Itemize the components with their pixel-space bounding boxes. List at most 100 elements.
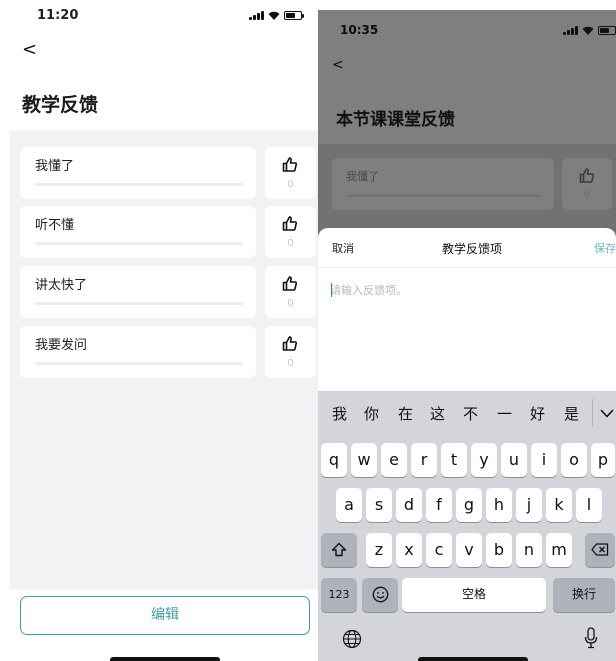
delete-key[interactable] bbox=[585, 533, 615, 567]
key-k[interactable]: k bbox=[546, 488, 572, 522]
keyboard: 我 你 在 这 不 一 好 是 q w e r t y u i o p a s … bbox=[318, 391, 616, 661]
key-t[interactable]: t bbox=[441, 443, 467, 477]
candidate-word[interactable]: 好 bbox=[530, 403, 545, 424]
chevron-down-icon[interactable] bbox=[600, 409, 614, 418]
signal-icon bbox=[563, 26, 578, 35]
key-g[interactable]: g bbox=[456, 488, 482, 522]
numbers-key[interactable]: 123 bbox=[321, 578, 357, 612]
key-a[interactable]: a bbox=[336, 488, 362, 522]
key-x[interactable]: x bbox=[396, 533, 422, 567]
feedback-card: 我懂了 bbox=[332, 158, 554, 210]
feedback-item: 听不懂 0 bbox=[20, 206, 316, 258]
thumbs-up-icon bbox=[282, 216, 298, 231]
key-r[interactable]: r bbox=[411, 443, 437, 477]
shift-key[interactable] bbox=[321, 533, 357, 567]
feedback-input[interactable] bbox=[330, 282, 610, 392]
feedback-label: 我懂了 bbox=[35, 159, 75, 174]
candidate-word[interactable]: 在 bbox=[398, 403, 413, 424]
page-title: 教学反馈 bbox=[22, 94, 99, 116]
key-o[interactable]: o bbox=[561, 443, 587, 477]
like-button[interactable]: 0 bbox=[265, 326, 316, 378]
key-p[interactable]: p bbox=[591, 443, 615, 477]
status-icons bbox=[563, 26, 616, 35]
thumbs-up-icon bbox=[282, 276, 298, 291]
status-bar: 10:35 bbox=[318, 10, 616, 46]
key-y[interactable]: y bbox=[471, 443, 497, 477]
key-n[interactable]: n bbox=[516, 533, 542, 567]
wifi-icon bbox=[582, 26, 594, 35]
feedback-item: 我要发问 0 bbox=[20, 326, 316, 378]
sheet-header: 教学反馈项 取消 保存 bbox=[318, 228, 616, 268]
key-v[interactable]: v bbox=[456, 533, 482, 567]
key-w[interactable]: w bbox=[351, 443, 377, 477]
key-z[interactable]: z bbox=[366, 533, 392, 567]
progress-bar bbox=[35, 242, 243, 245]
home-indicator bbox=[110, 657, 220, 661]
battery-icon bbox=[284, 11, 304, 20]
candidate-divider bbox=[592, 399, 593, 427]
feedback-item-sheet: 教学反馈项 取消 保存 我 你 在 这 不 一 好 是 q w e r bbox=[318, 228, 616, 661]
feedback-list: 我懂了 0 听不懂 0 讲太快了 0 我要发问 0 bbox=[10, 131, 318, 589]
candidate-word[interactable]: 是 bbox=[564, 403, 579, 424]
key-q[interactable]: q bbox=[321, 443, 347, 477]
home-indicator bbox=[418, 657, 528, 661]
return-key[interactable]: 换行 bbox=[553, 578, 615, 612]
key-m[interactable]: m bbox=[546, 533, 572, 567]
candidate-bar: 我 你 在 这 不 一 好 是 bbox=[318, 391, 616, 435]
progress-bar bbox=[35, 302, 243, 305]
save-button[interactable]: 保存 bbox=[594, 240, 616, 256]
add-feedback-screen: 10:35 < 本节课课堂反馈 我懂了 0 教学反馈项 取消 保存 请输入反馈项… bbox=[318, 10, 616, 661]
thumbs-up-icon bbox=[579, 168, 595, 183]
feedback-card[interactable]: 我要发问 bbox=[20, 326, 256, 378]
feedback-card[interactable]: 我懂了 bbox=[20, 147, 256, 199]
key-f[interactable]: f bbox=[426, 488, 452, 522]
back-button[interactable]: < bbox=[22, 40, 37, 60]
feedback-card[interactable]: 讲太快了 bbox=[20, 266, 256, 318]
key-e[interactable]: e bbox=[381, 443, 407, 477]
candidate-word[interactable]: 一 bbox=[497, 403, 512, 424]
key-l[interactable]: l bbox=[576, 488, 602, 522]
like-button[interactable]: 0 bbox=[265, 147, 316, 199]
feedback-item: 我懂了 0 bbox=[20, 147, 316, 199]
edit-button[interactable]: 编辑 bbox=[20, 596, 310, 635]
wifi-icon bbox=[268, 11, 280, 20]
thumbs-up-icon bbox=[282, 336, 298, 351]
key-s[interactable]: s bbox=[366, 488, 392, 522]
progress-bar bbox=[35, 362, 243, 365]
key-c[interactable]: c bbox=[426, 533, 452, 567]
key-b[interactable]: b bbox=[486, 533, 512, 567]
key-j[interactable]: j bbox=[516, 488, 542, 522]
key-u[interactable]: u bbox=[501, 443, 527, 477]
space-key[interactable]: 空格 bbox=[402, 578, 546, 612]
like-count: 0 bbox=[287, 179, 294, 190]
like-count: 0 bbox=[287, 238, 294, 249]
like-count: 0 bbox=[287, 298, 294, 309]
candidate-word[interactable]: 你 bbox=[364, 403, 379, 424]
status-icons bbox=[249, 11, 304, 20]
thumbs-up-icon bbox=[282, 157, 298, 172]
candidate-word[interactable]: 这 bbox=[430, 403, 445, 424]
status-time: 10:35 bbox=[340, 23, 379, 37]
like-button[interactable]: 0 bbox=[265, 266, 316, 318]
like-button: 0 bbox=[562, 158, 612, 210]
feedback-label: 听不懂 bbox=[35, 218, 75, 233]
microphone-icon[interactable] bbox=[584, 627, 598, 649]
progress-bar bbox=[346, 194, 542, 197]
candidate-word[interactable]: 我 bbox=[332, 403, 347, 424]
feedback-list-screen: 11:20 < 教学反馈 我懂了 0 听不懂 0 讲太快了 0 我要发问 0 编… bbox=[0, 0, 318, 661]
progress-bar bbox=[35, 183, 243, 186]
cancel-button[interactable]: 取消 bbox=[332, 240, 354, 256]
feedback-card[interactable]: 听不懂 bbox=[20, 206, 256, 258]
key-h[interactable]: h bbox=[486, 488, 512, 522]
feedback-label: 我懂了 bbox=[346, 170, 379, 183]
emoji-key[interactable] bbox=[362, 578, 398, 612]
shift-icon bbox=[331, 542, 347, 557]
candidate-word[interactable]: 不 bbox=[463, 403, 478, 424]
globe-icon[interactable] bbox=[342, 629, 362, 649]
key-d[interactable]: d bbox=[396, 488, 422, 522]
key-i[interactable]: i bbox=[531, 443, 557, 477]
feedback-label: 讲太快了 bbox=[35, 278, 88, 293]
status-time: 11:20 bbox=[37, 8, 79, 23]
back-button[interactable]: < bbox=[332, 55, 344, 75]
like-button[interactable]: 0 bbox=[265, 206, 316, 258]
